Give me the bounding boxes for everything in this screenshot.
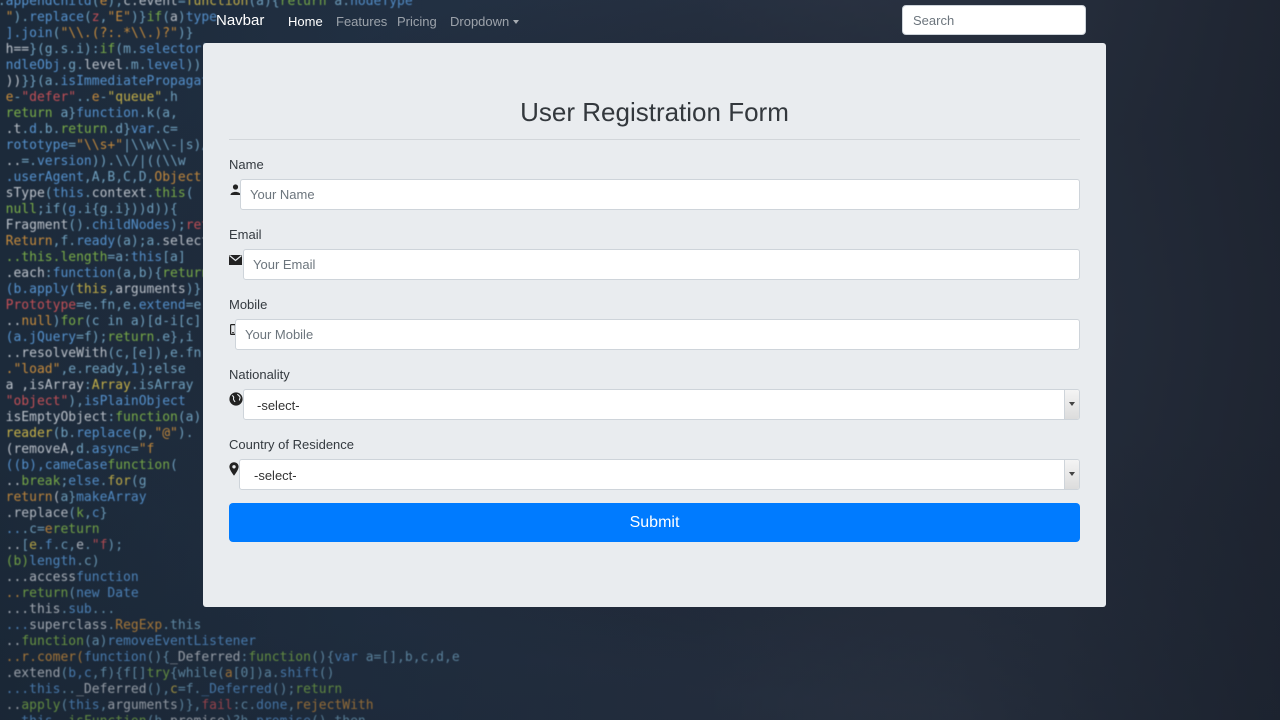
submit-button[interactable]: Submit [229,503,1080,542]
residence-label: Country of Residence [229,437,355,452]
nav-link-home[interactable]: Home [288,14,323,29]
name-label: Name [229,157,264,172]
email-input[interactable] [243,249,1080,280]
chevron-down-icon[interactable] [1064,390,1079,419]
form-title: User Registration Form [520,97,789,127]
name-input[interactable] [240,179,1080,210]
title-divider [229,139,1080,140]
nav-link-pricing[interactable]: Pricing [397,14,437,29]
mobile-label: Mobile [229,297,268,312]
registration-form-card: User Registration Form Name Email Mobile… [203,43,1106,607]
search-input[interactable] [902,5,1086,35]
email-label: Email [229,227,262,242]
mobile-input[interactable] [235,319,1080,350]
residence-select[interactable]: -select- [239,459,1080,490]
chevron-down-icon[interactable] [1064,460,1079,489]
nationality-select[interactable]: -select- [243,389,1080,420]
map-marker-icon [229,462,239,476]
residence-selected-value: -select- [254,468,297,483]
caret-down-icon [513,20,520,24]
globe-icon [229,392,243,406]
nationality-label: Nationality [229,367,290,382]
nav-dropdown-label: Dropdown [450,14,510,29]
navbar-brand[interactable]: Navbar [216,12,264,29]
nav-link-features[interactable]: Features [336,14,387,29]
nationality-selected-value: -select- [257,398,300,413]
navbar: Navbar Home Features Pricing Dropdown [0,0,1280,43]
nav-dropdown[interactable]: Dropdown [450,14,520,29]
envelope-icon [229,254,242,266]
